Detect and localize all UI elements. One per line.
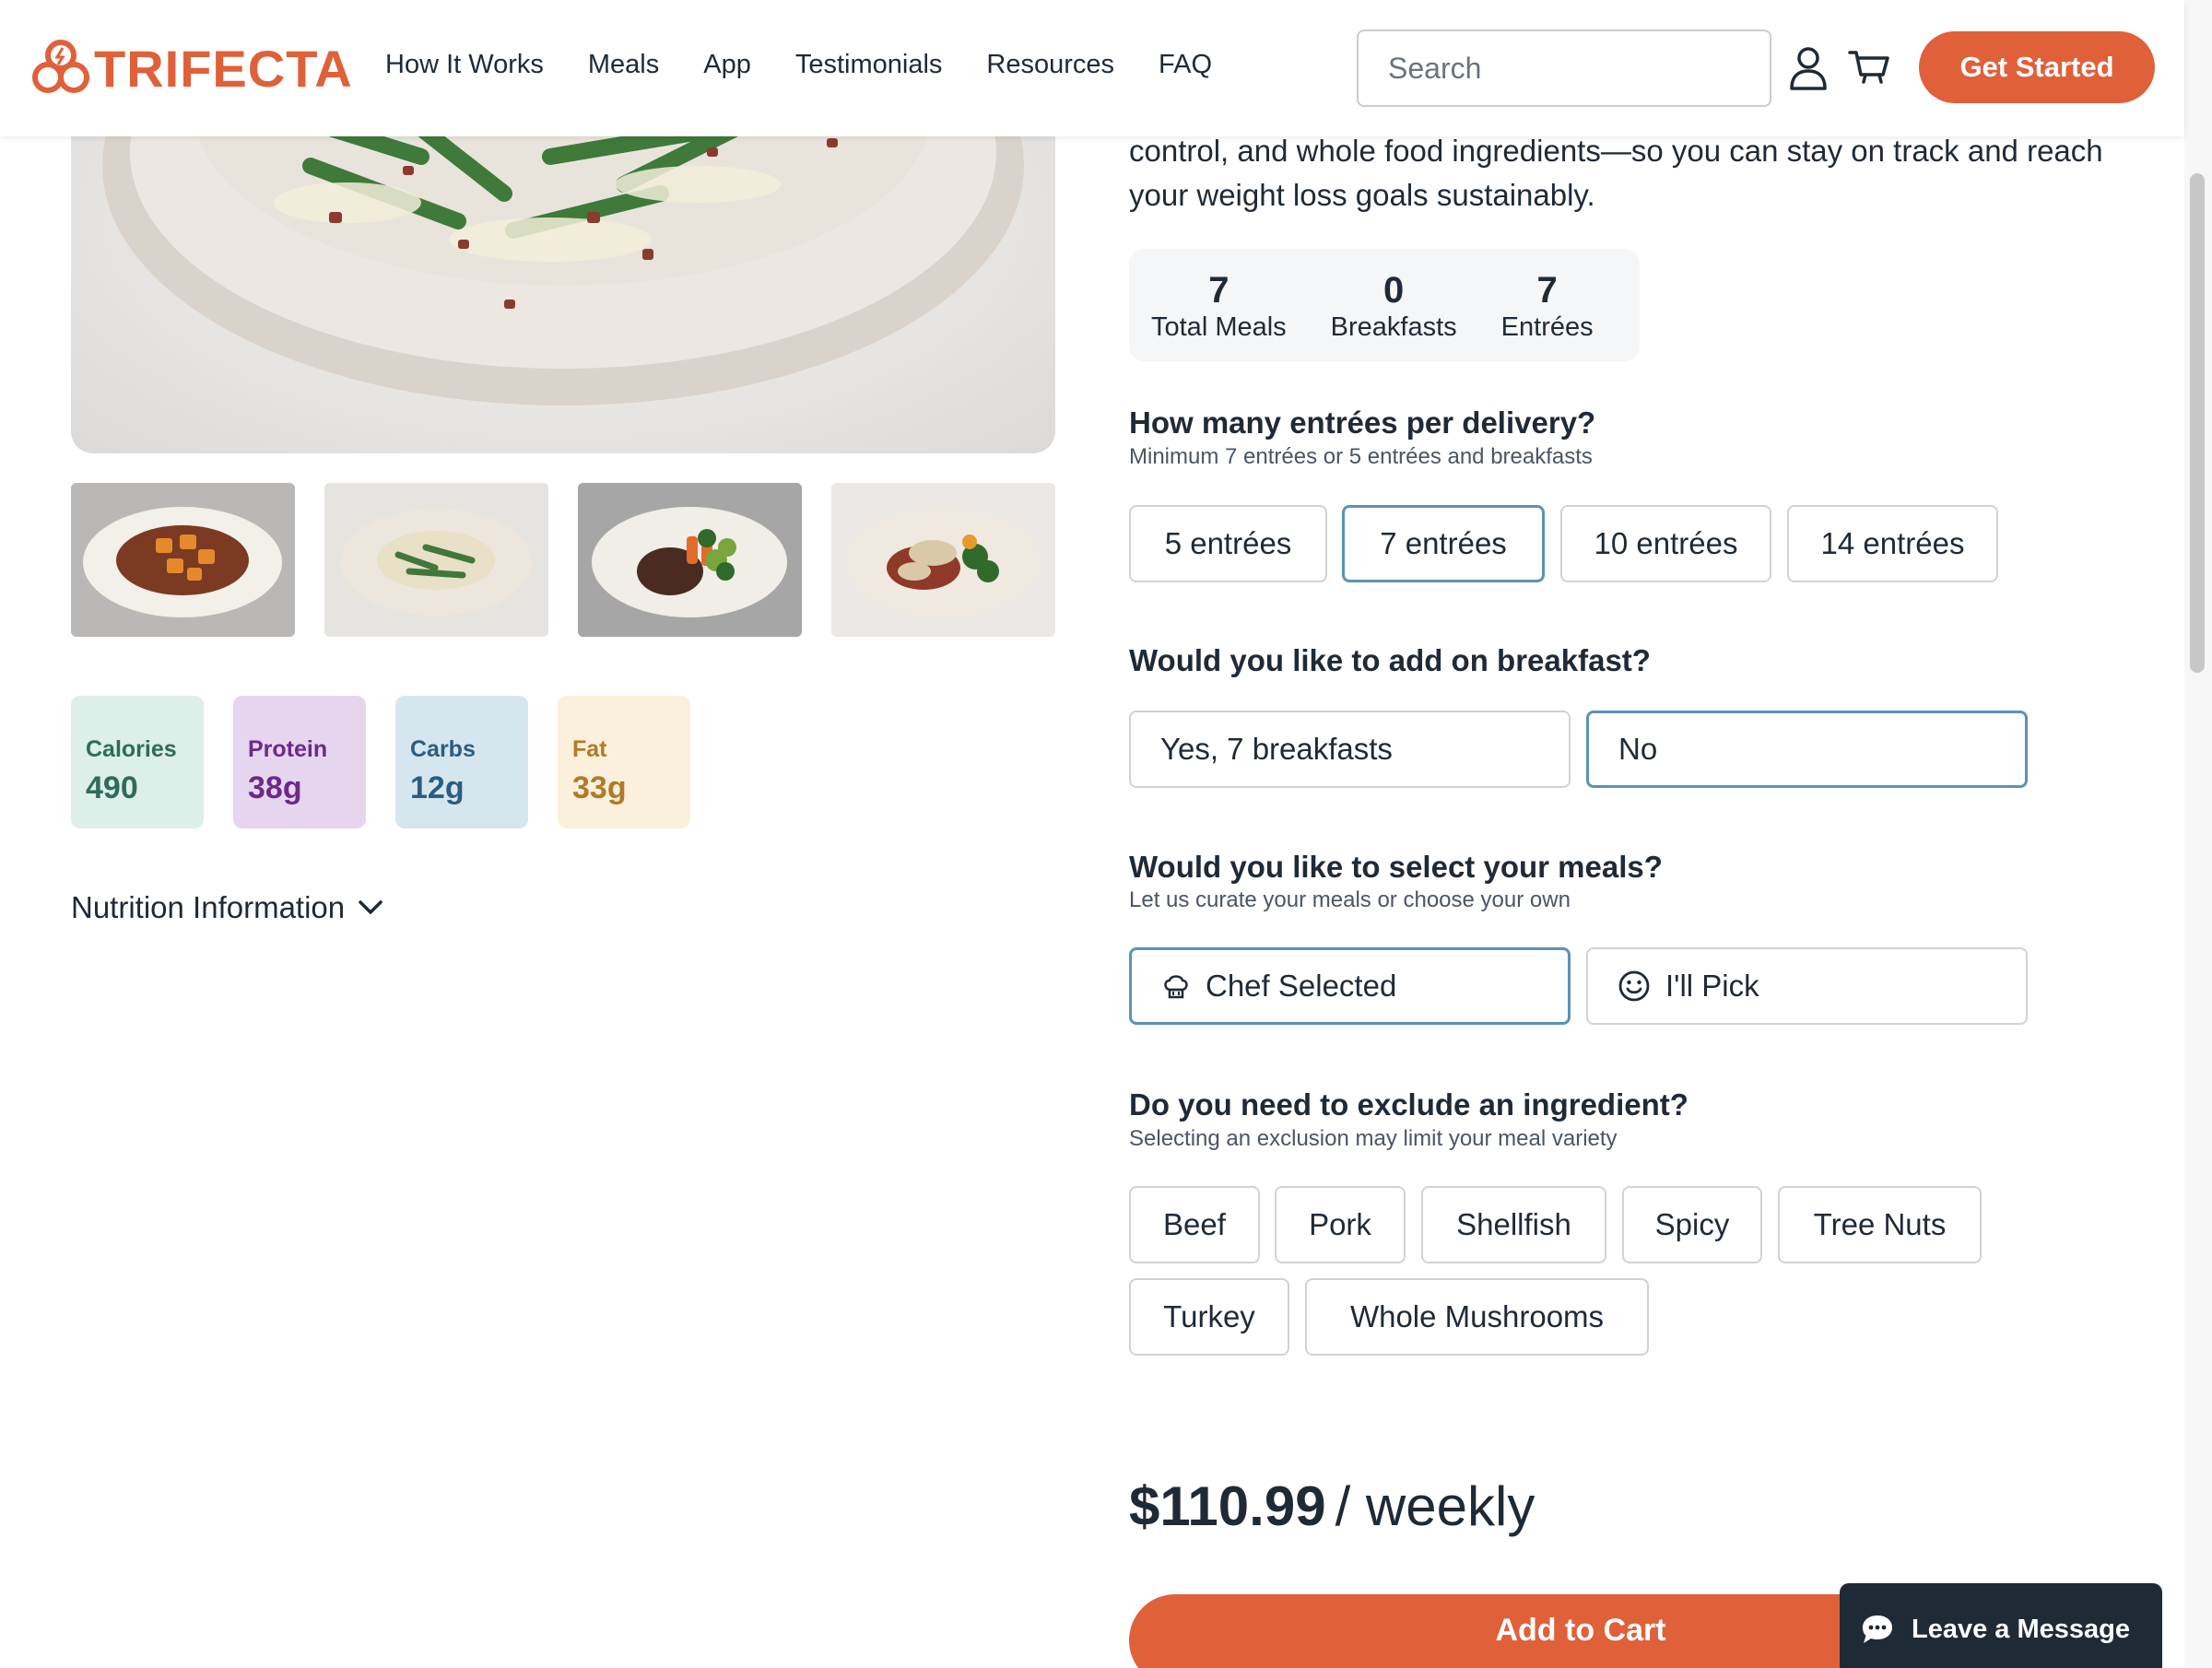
macro-fat: Fat 33g — [558, 696, 690, 828]
meal-thumbnail-image — [831, 483, 1055, 637]
trifecta-logo-icon — [32, 40, 89, 93]
site-header: TRIFECTA How It Works Meals App Testimon… — [0, 0, 2184, 136]
nutrition-information-label: Nutrition Information — [71, 890, 346, 924]
macro-carbs: Carbs 12g — [395, 696, 528, 828]
price-amount: $110.99 — [1129, 1475, 1326, 1537]
thumbnail-1[interactable] — [71, 483, 295, 637]
summary-number: 7 — [1536, 269, 1558, 311]
user-icon — [1790, 47, 1827, 90]
summary-label: Breakfasts — [1330, 311, 1457, 342]
plan-description: control, and whole food ingredients—so y… — [1129, 134, 2103, 212]
nav-app[interactable]: App — [703, 50, 751, 80]
chat-label: Leave a Message — [1912, 1614, 2130, 1644]
entrees-question-subtitle: Minimum 7 entrées or 5 entrées and break… — [1129, 444, 1593, 469]
select-meals-question-subtitle: Let us curate your meals or choose your … — [1129, 887, 1571, 912]
summary-breakfasts: 0 Breakfasts — [1331, 268, 1457, 343]
ill-pick-option[interactable]: I'll Pick — [1586, 947, 2028, 1025]
leave-a-message-button[interactable]: Leave a Message — [1840, 1583, 2162, 1668]
get-started-button[interactable]: Get Started — [1919, 31, 2155, 103]
search-input[interactable] — [1388, 51, 1775, 86]
entrees-option-10[interactable]: 10 entrées — [1560, 505, 1771, 582]
exclude-tree-nuts[interactable]: Tree Nuts — [1778, 1186, 1982, 1263]
exclude-pork[interactable]: Pork — [1275, 1186, 1406, 1263]
entrees-option-5[interactable]: 5 entrées — [1129, 505, 1327, 582]
summary-number: 0 — [1383, 269, 1405, 311]
thumbnail-3[interactable] — [578, 483, 802, 637]
nav-meals[interactable]: Meals — [588, 50, 659, 80]
logo-text: TRIFECTA — [94, 39, 353, 98]
main-nav: How It Works Meals App Testimonials Reso… — [385, 50, 1256, 80]
exclude-turkey[interactable]: Turkey — [1129, 1278, 1289, 1356]
macro-label: Fat — [572, 736, 607, 762]
summary-number: 7 — [1208, 269, 1230, 311]
thumbnail-2[interactable] — [324, 483, 548, 637]
macro-calories: Calories 490 — [71, 696, 204, 828]
meal-thumbnail-image — [324, 483, 548, 637]
exclude-shellfish[interactable]: Shellfish — [1421, 1186, 1606, 1263]
exclude-spicy[interactable]: Spicy — [1622, 1186, 1762, 1263]
chef-selected-option[interactable]: Chef Selected — [1129, 947, 1571, 1025]
price-period: / weekly — [1335, 1475, 1535, 1537]
nav-testimonials[interactable]: Testimonials — [795, 50, 943, 80]
breakfast-option-no[interactable]: No — [1586, 711, 2028, 788]
chef-hat-icon — [1164, 975, 1188, 999]
exclude-beef[interactable]: Beef — [1129, 1186, 1260, 1263]
nutrition-information-toggle[interactable]: Nutrition Information — [71, 890, 383, 925]
summary-label: Entrées — [1500, 311, 1594, 342]
exclude-whole-mushrooms[interactable]: Whole Mushrooms — [1305, 1278, 1649, 1356]
trifecta-logo[interactable]: TRIFECTA — [29, 37, 353, 100]
account-button[interactable] — [1784, 44, 1832, 92]
nav-how-it-works[interactable]: How It Works — [385, 50, 544, 80]
nav-resources[interactable]: Resources — [986, 50, 1114, 80]
summary-label: Total Meals — [1151, 311, 1287, 342]
breakfast-option-yes[interactable]: Yes, 7 breakfasts — [1129, 711, 1571, 788]
chat-bubble-icon — [1863, 1615, 1892, 1643]
summary-total-meals: 7 Total Meals — [1151, 268, 1287, 343]
meal-thumbnail-image — [71, 483, 295, 637]
macro-label: Calories — [86, 736, 177, 762]
meal-summary: 7 Total Meals 0 Breakfasts 7 Entrées — [1129, 249, 1640, 361]
entrees-option-14[interactable]: 14 entrées — [1787, 505, 1998, 582]
macro-label: Carbs — [410, 736, 476, 762]
summary-entrees: 7 Entrées — [1501, 268, 1594, 343]
cart-button[interactable] — [1845, 44, 1893, 92]
macro-label: Protein — [248, 736, 328, 762]
exclude-question-title: Do you need to exclude an ingredient? — [1129, 1087, 1688, 1122]
macro-value: 12g — [410, 770, 465, 805]
macro-value: 490 — [86, 770, 138, 805]
search-box — [1357, 29, 1775, 107]
cart-icon — [1848, 51, 1889, 84]
macro-protein: Protein 38g — [233, 696, 366, 828]
exclude-question-subtitle: Selecting an exclusion may limit your me… — [1129, 1126, 1618, 1151]
chevron-down-icon — [359, 900, 382, 914]
nav-faq[interactable]: FAQ — [1159, 50, 1212, 80]
chef-selected-label: Chef Selected — [1206, 969, 1397, 1003]
breakfast-question-title: Would you like to add on breakfast? — [1129, 643, 1651, 677]
meal-thumbnail-image — [578, 483, 802, 637]
scrollbar-thumb[interactable] — [2190, 173, 2205, 673]
macro-value: 38g — [248, 770, 302, 805]
entrees-question-title: How many entrées per delivery? — [1129, 405, 1596, 440]
thumbnail-4[interactable] — [831, 483, 1055, 637]
ill-pick-label: I'll Pick — [1665, 969, 1759, 1003]
macro-value: 33g — [572, 770, 627, 805]
plan-price: $110.99 / weekly — [1129, 1474, 1535, 1538]
smiley-icon — [1618, 970, 1650, 1002]
entrees-option-7[interactable]: 7 entrées — [1342, 505, 1545, 582]
select-meals-question-title: Would you like to select your meals? — [1129, 850, 1663, 884]
